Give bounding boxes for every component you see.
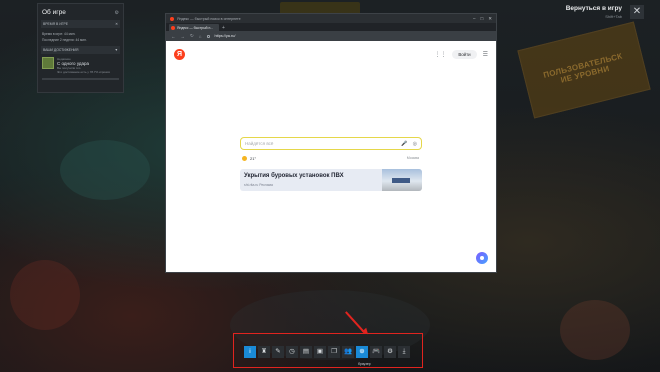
weather-temp: 21° bbox=[250, 156, 257, 161]
window-title: Яндекс — быстрый поиск в интернете bbox=[177, 16, 241, 21]
downloads-icon[interactable]: ⤓ bbox=[398, 346, 410, 358]
info-icon[interactable]: i bbox=[244, 346, 256, 358]
tab-label: Яндекс — быстрый п... bbox=[177, 25, 214, 30]
minimize-icon[interactable]: – bbox=[473, 16, 476, 22]
browser-icon[interactable]: ⊕ bbox=[356, 346, 368, 358]
bg-shape bbox=[560, 300, 630, 360]
url-field[interactable]: https://ya.ru/ bbox=[215, 34, 236, 38]
controller-icon[interactable]: 🎮 bbox=[370, 346, 382, 358]
achievements-icon[interactable]: ♜ bbox=[258, 346, 270, 358]
achievement-icon bbox=[42, 57, 54, 69]
about-game-panel: Об игре ⚙ ВРЕМЯ В ИГРЕ ✕ Время в игре: 44… bbox=[37, 3, 124, 93]
weather-city[interactable]: Москва bbox=[407, 156, 419, 160]
ad-card[interactable]: Укрытия буровых установок ПВХ sht-rita.r… bbox=[240, 169, 422, 191]
back-icon[interactable]: ← bbox=[171, 34, 176, 39]
friends-icon[interactable]: 👥 bbox=[342, 346, 354, 358]
reload-icon[interactable]: ↻ bbox=[190, 33, 194, 39]
return-shortcut: Shift+Tab bbox=[605, 14, 622, 19]
achievement-desc: Это достижение есть у 78.7% игроков bbox=[57, 70, 110, 74]
settings-icon[interactable]: ⚙ bbox=[384, 346, 396, 358]
ad-title[interactable]: Укрытия буровых установок ПВХ bbox=[244, 173, 344, 179]
close-icon[interactable]: ✕ bbox=[630, 5, 644, 19]
achievement-progress bbox=[42, 78, 119, 80]
tab-yandex[interactable]: Яндекс — быстрый п... bbox=[169, 24, 219, 31]
apps-grid-icon[interactable]: ⋮⋮ bbox=[434, 51, 446, 58]
chat-icon[interactable]: ▣ bbox=[314, 346, 326, 358]
login-button[interactable]: Войти bbox=[452, 50, 477, 59]
pin-icon[interactable]: ▼ bbox=[115, 48, 118, 52]
search-input[interactable]: Найдётся всё 🎤 ◎ bbox=[240, 137, 422, 150]
return-title[interactable]: Вернуться в игру bbox=[566, 5, 622, 12]
time-section-header[interactable]: ВРЕМЯ В ИГРЕ ✕ bbox=[41, 20, 120, 28]
alice-assistant-icon[interactable] bbox=[476, 252, 488, 264]
web-browser-window: Яндекс — быстрый поиск в интернете – □ ✕… bbox=[165, 13, 497, 273]
guides-icon[interactable]: ✎ bbox=[272, 346, 284, 358]
page-content: Я ⋮⋮ Войти ☰ Найдётся всё 🎤 ◎ 21° Москва… bbox=[166, 41, 496, 272]
achievement-item[interactable]: Недавние С одного удара Вы получили это … bbox=[38, 55, 123, 76]
address-bar: ← → ↻ ⌂ https://ya.ru/ bbox=[166, 31, 496, 41]
ad-image[interactable] bbox=[382, 169, 422, 191]
tab-strip: Яндекс — быстрый п... + bbox=[166, 23, 496, 31]
forward-icon[interactable]: → bbox=[181, 34, 186, 39]
notes-icon[interactable]: ▤ bbox=[300, 346, 312, 358]
close-icon[interactable]: ✕ bbox=[488, 16, 492, 22]
yandex-favicon-icon bbox=[170, 16, 174, 21]
new-tab-icon[interactable]: + bbox=[222, 25, 225, 31]
time-row: Последние 2 недели: 44 мин. bbox=[42, 38, 87, 42]
active-tool-label: браузер bbox=[358, 362, 371, 366]
bg-shape bbox=[10, 260, 80, 330]
camera-search-icon[interactable]: ◎ bbox=[413, 141, 417, 147]
user-levels-sign: ПОЛЬЗОВАТЕЛЬСК ИЕ УРОВНИ bbox=[517, 21, 651, 119]
yandex-favicon-icon bbox=[171, 25, 175, 30]
menu-icon[interactable]: ☰ bbox=[483, 51, 488, 58]
maximize-icon[interactable]: □ bbox=[481, 16, 484, 22]
overlay-toolbar: i ♜ ✎ ◷ ▤ ▣ ❐ 👥 ⊕ 🎮 ⚙ ⤓ bbox=[244, 346, 410, 358]
close-icon[interactable]: ✕ bbox=[115, 22, 118, 26]
about-title: Об игре bbox=[42, 9, 66, 16]
browser-titlebar[interactable]: Яндекс — быстрый поиск в интернете – □ ✕ bbox=[166, 14, 496, 23]
weather-widget[interactable]: 21° bbox=[242, 156, 256, 161]
yandex-logo-icon[interactable]: Я bbox=[174, 49, 185, 60]
settings-icon[interactable]: ⚙ bbox=[115, 10, 119, 16]
sun-icon bbox=[242, 156, 247, 161]
search-placeholder: Найдётся всё bbox=[245, 141, 274, 146]
home-icon[interactable]: ⌂ bbox=[199, 34, 202, 39]
lock-icon bbox=[206, 34, 210, 38]
time-rows: Время в игре: 44 мин. Последние 2 недели… bbox=[38, 29, 123, 45]
discussions-icon[interactable]: ❐ bbox=[328, 346, 340, 358]
achievements-section-header[interactable]: ВАШИ ДОСТИЖЕНИЯ ▼ bbox=[41, 46, 120, 54]
return-to-game[interactable]: Вернуться в игру Shift+Tab ✕ bbox=[566, 5, 644, 19]
bg-shape bbox=[60, 140, 150, 200]
recordings-icon[interactable]: ◷ bbox=[286, 346, 298, 358]
microphone-icon[interactable]: 🎤 bbox=[401, 141, 407, 147]
ad-source: sht-rita.ru Реклама bbox=[244, 183, 273, 187]
